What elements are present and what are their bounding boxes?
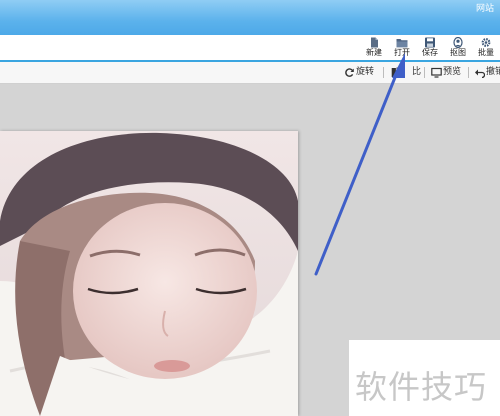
open-folder-icon (396, 37, 408, 48)
new-file-icon (368, 37, 380, 48)
toolbar-divider (468, 67, 469, 78)
undo-label: 撤销 (486, 67, 500, 77)
save-button[interactable]: 保存 (416, 37, 444, 60)
save-disk-icon (424, 37, 436, 48)
watermark-text: 软件技巧 (355, 368, 488, 406)
rotate-button[interactable]: 旋转 (344, 66, 374, 79)
batch-button[interactable]: 批量 (472, 37, 500, 60)
new-label: 新建 (366, 48, 382, 57)
crop-label: 抠图 (450, 48, 466, 57)
preview-label: 预览 (443, 67, 462, 77)
watermark-box: 软件技巧 (349, 340, 500, 416)
compare-button[interactable]: 比 (391, 66, 421, 79)
crop-button[interactable]: 抠图 (444, 37, 472, 60)
rotate-label: 旋转 (356, 67, 375, 77)
title-bar: 网站 (0, 0, 500, 35)
compare-icon (391, 63, 403, 82)
preview-icon (431, 63, 443, 82)
toolbar-divider (424, 67, 425, 78)
editing-canvas[interactable]: 软件技巧 (0, 84, 500, 416)
open-button[interactable]: 打开 (388, 37, 416, 60)
new-button[interactable]: 新建 (360, 37, 388, 60)
compare-label: 比 (412, 67, 422, 77)
batch-gear-icon (480, 37, 492, 48)
toolbar-divider (383, 67, 384, 78)
website-link[interactable]: 网站 (476, 1, 494, 14)
save-label: 保存 (422, 48, 438, 57)
main-toolbar: 新建 打开 保存 抠图 批量 (0, 35, 500, 62)
batch-label: 批量 (478, 48, 494, 57)
undo-icon (474, 63, 486, 82)
open-label: 打开 (394, 48, 410, 57)
rotate-icon (344, 63, 356, 82)
loaded-photo[interactable] (0, 131, 298, 416)
undo-button[interactable]: 撤销 (474, 66, 500, 79)
crop-person-icon (452, 37, 464, 48)
photo-portrait (0, 131, 298, 416)
secondary-toolbar: 旋转 比 预览 撤销 (0, 62, 500, 84)
preview-button[interactable]: 预览 (431, 66, 461, 79)
